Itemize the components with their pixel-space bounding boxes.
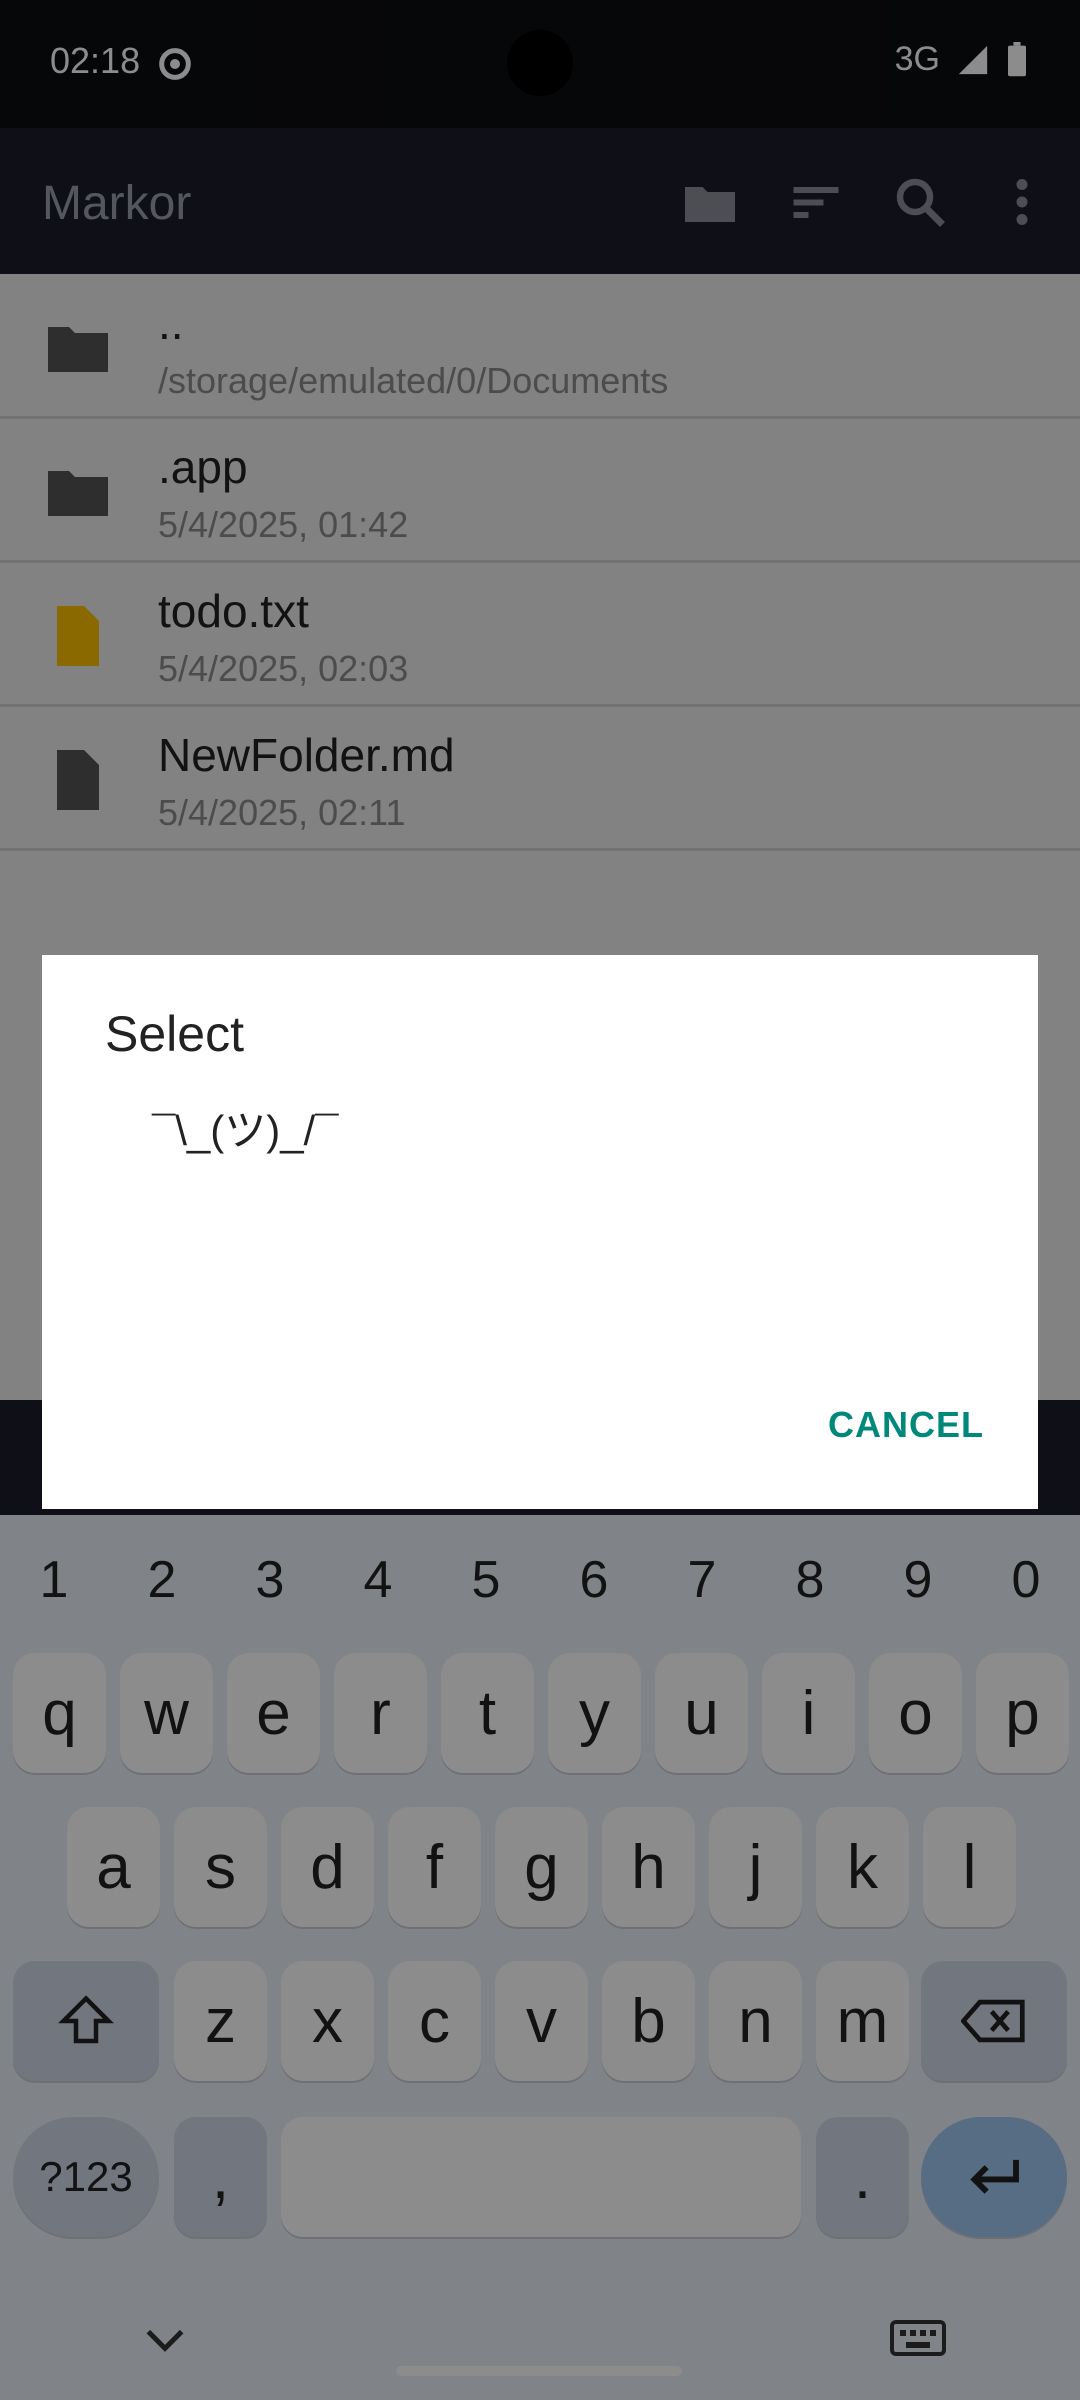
cancel-button[interactable]: CANCEL (804, 1355, 1008, 1495)
dialog-title: Select (105, 1006, 244, 1062)
select-dialog: Select ¯\_(ツ)_/¯ CANCEL (42, 955, 1038, 1509)
empty-list-text: ¯\_(ツ)_/¯ (152, 1107, 339, 1154)
